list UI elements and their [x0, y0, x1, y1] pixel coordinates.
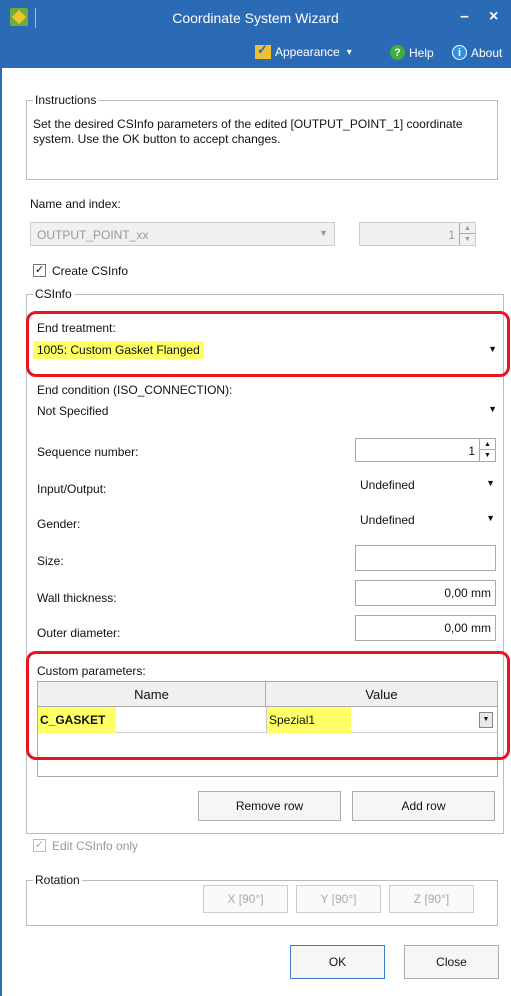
name-combobox: OUTPUT_POINT_xx ▼	[30, 222, 335, 246]
chevron-down-icon: ▾	[346, 46, 352, 58]
end-treatment-label: End treatment:	[37, 321, 116, 335]
create-csinfo-label: Create CSInfo	[52, 264, 129, 278]
chevron-down-icon: ▼	[488, 404, 497, 414]
help-icon: ?	[390, 45, 405, 60]
about-label: About	[471, 45, 503, 60]
table-row[interactable]: C_GASKET Spezial1 ▼	[38, 707, 497, 733]
instructions-text: Set the desired CSInfo parameters of the…	[33, 117, 463, 146]
custom-parameters-label: Custom parameters:	[37, 664, 146, 678]
about-menu[interactable]: i About	[452, 45, 502, 60]
chevron-down-icon: ▼	[488, 344, 497, 354]
chevron-down-icon: ▼	[486, 478, 495, 488]
remove-row-button[interactable]: Remove row	[198, 791, 341, 821]
size-label: Size:	[37, 554, 64, 568]
create-csinfo-checkbox[interactable]: ✓	[33, 264, 46, 277]
io-label: Input/Output:	[37, 482, 107, 496]
instructions-legend: Instructions	[33, 93, 99, 107]
stepper-buttons: ▲ ▼	[459, 223, 475, 245]
wall-thickness-input[interactable]: 0,00 mm	[355, 580, 496, 606]
sequence-label: Sequence number:	[37, 445, 139, 459]
chevron-down-icon: ▼	[319, 228, 328, 238]
window-left-border	[0, 68, 2, 996]
info-icon: i	[452, 45, 467, 60]
end-treatment-value: 1005: Custom Gasket Flanged	[33, 341, 204, 359]
rotation-legend: Rotation	[33, 873, 82, 887]
edit-csinfo-only-checkbox: ✓	[33, 839, 46, 852]
grid-header: Name Value	[38, 682, 497, 707]
io-value: Undefined	[360, 478, 415, 492]
gender-label: Gender:	[37, 517, 81, 531]
end-treatment-dropdown[interactable]: 1005: Custom Gasket Flanged ▼	[31, 340, 501, 362]
stepper-down-icon: ▼	[464, 236, 471, 243]
size-input[interactable]	[355, 545, 496, 571]
close-window-button[interactable]: ×	[489, 8, 498, 26]
appearance-menu[interactable]: Appearance ▾	[255, 42, 352, 59]
end-condition-label: End condition (ISO_CONNECTION):	[37, 383, 233, 397]
end-condition-value: Not Specified	[37, 404, 109, 418]
edit-csinfo-only-label: Edit CSInfo only	[52, 839, 139, 853]
csinfo-legend: CSInfo	[33, 287, 74, 301]
instructions-group: Instructions Set the desired CSInfo para…	[26, 93, 498, 180]
ok-button[interactable]: OK	[290, 945, 385, 979]
io-dropdown[interactable]: Undefined ▼	[354, 474, 499, 496]
gender-value: Undefined	[360, 513, 415, 527]
gender-dropdown[interactable]: Undefined ▼	[354, 509, 499, 531]
rotate-x-button: X [90°]	[203, 885, 288, 913]
appearance-icon	[255, 42, 271, 59]
grid-header-name[interactable]: Name	[38, 682, 266, 707]
wall-thickness-value: 0,00 mm	[444, 586, 491, 600]
name-value: OUTPUT_POINT_xx	[37, 228, 149, 242]
name-index-label: Name and index:	[30, 197, 121, 211]
help-menu[interactable]: ? Help	[390, 45, 434, 60]
help-label: Help	[409, 45, 434, 60]
custom-parameters-grid[interactable]: Name Value C_GASKET Spezial1 ▼	[37, 681, 498, 777]
title-bar: Coordinate System Wizard – ×	[0, 0, 511, 36]
menu-bar: Appearance ▾ ? Help i About	[0, 36, 511, 68]
stepper-up-icon[interactable]: ▲	[480, 439, 495, 450]
close-button[interactable]: Close	[404, 945, 499, 979]
index-stepper: 1 ▲ ▼	[359, 222, 476, 246]
outer-diameter-input[interactable]: 0,00 mm	[355, 615, 496, 641]
stepper-down-icon[interactable]: ▼	[480, 450, 495, 461]
outer-diameter-value: 0,00 mm	[444, 621, 491, 635]
window-title: Coordinate System Wizard	[172, 10, 339, 26]
rotate-z-button: Z [90°]	[389, 885, 474, 913]
stepper-up-icon: ▲	[460, 223, 475, 234]
sequence-stepper[interactable]: 1 ▲ ▼	[355, 438, 496, 462]
appearance-label: Appearance	[275, 45, 340, 59]
end-condition-dropdown[interactable]: Not Specified ▼	[31, 400, 501, 422]
cell-value-container[interactable]: Spezial1 ▼	[266, 707, 497, 733]
wall-thickness-label: Wall thickness:	[37, 591, 117, 605]
grid-header-value[interactable]: Value	[266, 682, 497, 707]
index-value: 1	[448, 228, 455, 242]
sequence-value: 1	[468, 444, 475, 458]
cell-value: Spezial1	[267, 707, 352, 733]
cell-name[interactable]: C_GASKET	[38, 707, 116, 733]
rotate-y-button: Y [90°]	[296, 885, 381, 913]
add-row-button[interactable]: Add row	[352, 791, 495, 821]
minimize-button[interactable]: –	[460, 8, 469, 26]
outer-diameter-label: Outer diameter:	[37, 626, 121, 640]
chevron-down-icon[interactable]: ▼	[479, 712, 493, 728]
chevron-down-icon: ▼	[486, 513, 495, 523]
grid-header-value-label: Value	[365, 687, 398, 702]
stepper-buttons[interactable]: ▲ ▼	[479, 439, 495, 461]
